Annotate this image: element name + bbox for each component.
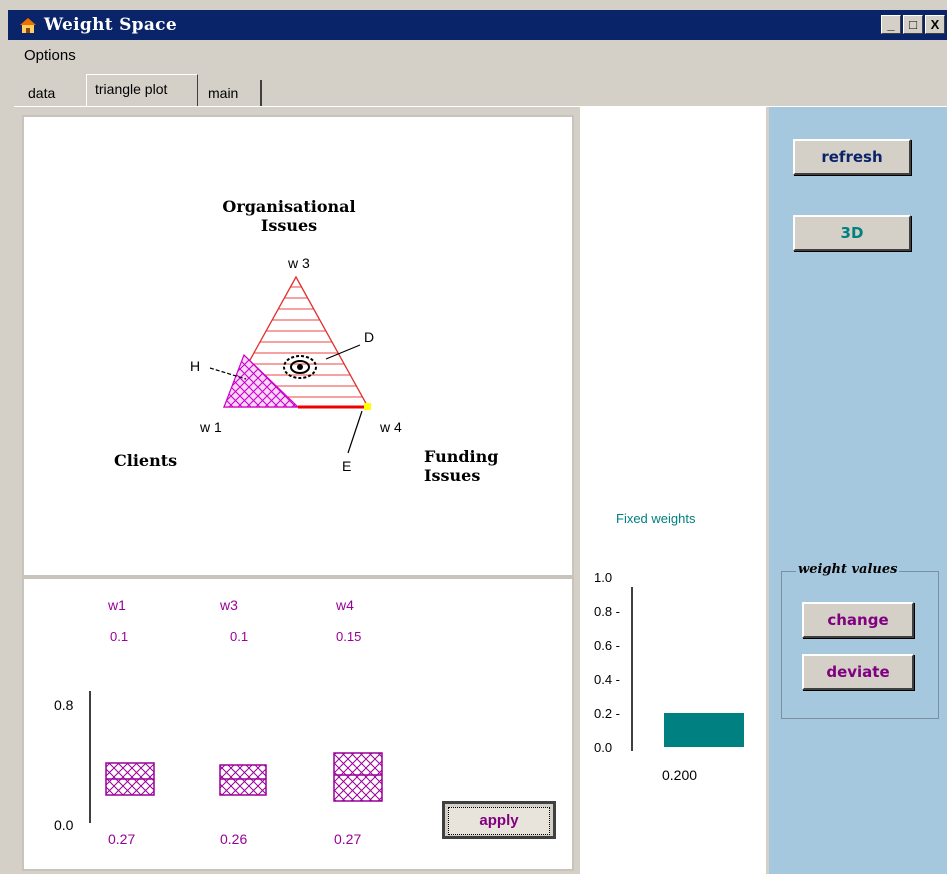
bar-w1-bottom: 0.27 xyxy=(108,831,136,847)
title-bar[interactable]: Weight Space _ □ X xyxy=(8,10,947,40)
fixed-weights-panel: Fixed weights 1.0 0.8 -0.6 -0.4 -0.2 -0.0… xyxy=(580,107,766,874)
menu-options[interactable]: Options xyxy=(24,47,76,64)
minimize-button[interactable]: _ xyxy=(881,15,901,34)
bar-w3-bottom: 0.26 xyxy=(220,831,248,847)
interval-w3 xyxy=(219,764,267,796)
fixed-tick-label: 0.0 xyxy=(594,740,612,755)
tab-content: Organisational Issues w 3 D H w 1 w 4 E … xyxy=(14,106,947,874)
fixed-tick-label: 0.6 - xyxy=(594,638,620,653)
fixed-tick-label: 0.2 - xyxy=(594,706,620,721)
fixed-weights-chart: 1.0 0.8 - 0.6 - 0.4 - 0.2 - 0.0 xyxy=(594,570,744,755)
right-axis-label: Funding Issues xyxy=(424,447,499,485)
weight-values-label: weight values xyxy=(796,562,900,577)
vertex-w4-label: w 4 xyxy=(380,419,402,435)
fixed-tick-label: 1.0 xyxy=(594,570,612,585)
close-button[interactable]: X xyxy=(925,15,945,34)
triangle-plot-panel: Organisational Issues w 3 D H w 1 w 4 E … xyxy=(22,115,574,577)
tab-data[interactable]: data xyxy=(20,80,86,106)
vertex-w1-label: w 1 xyxy=(200,419,222,435)
control-panel: refresh 3D weight values change deviate xyxy=(769,107,947,874)
point-e-label: E xyxy=(342,458,352,474)
menu-bar: Options xyxy=(8,42,947,68)
interval-w1 xyxy=(105,762,155,796)
fixed-value-label: 0.200 xyxy=(662,767,698,783)
fixed-tick-label: 0.8 - xyxy=(594,604,620,619)
point-e xyxy=(364,403,371,410)
point-h-label: H xyxy=(190,358,201,374)
bar-w4-bottom: 0.27 xyxy=(334,831,362,847)
left-axis-label: Clients xyxy=(114,451,178,470)
tab-strip: data triangle plot main xyxy=(20,74,944,106)
deviate-button[interactable]: deviate xyxy=(802,654,914,690)
weight-bars-panel: w1 w3 w4 0.1 0.1 0.15 0.8 0.0 0.27 0.26 … xyxy=(22,577,574,871)
weight-values-group: weight values change deviate xyxy=(781,562,939,719)
window-title: Weight Space xyxy=(44,15,177,35)
tab-triangle-plot[interactable]: triangle plot xyxy=(86,74,198,106)
3d-button[interactable]: 3D xyxy=(793,215,911,251)
maximize-button[interactable]: □ xyxy=(903,15,923,34)
tab-main[interactable]: main xyxy=(200,80,262,106)
fixed-weight-bar xyxy=(664,713,744,747)
refresh-button[interactable]: refresh xyxy=(793,139,911,175)
apply-button[interactable]: apply xyxy=(442,801,556,839)
point-d-label: D xyxy=(364,329,375,345)
change-button[interactable]: change xyxy=(802,602,914,638)
ternary-plot[interactable] xyxy=(24,117,572,575)
interval-w4 xyxy=(333,752,383,802)
app-icon xyxy=(20,18,36,33)
fixed-tick-label: 0.4 - xyxy=(594,672,620,687)
